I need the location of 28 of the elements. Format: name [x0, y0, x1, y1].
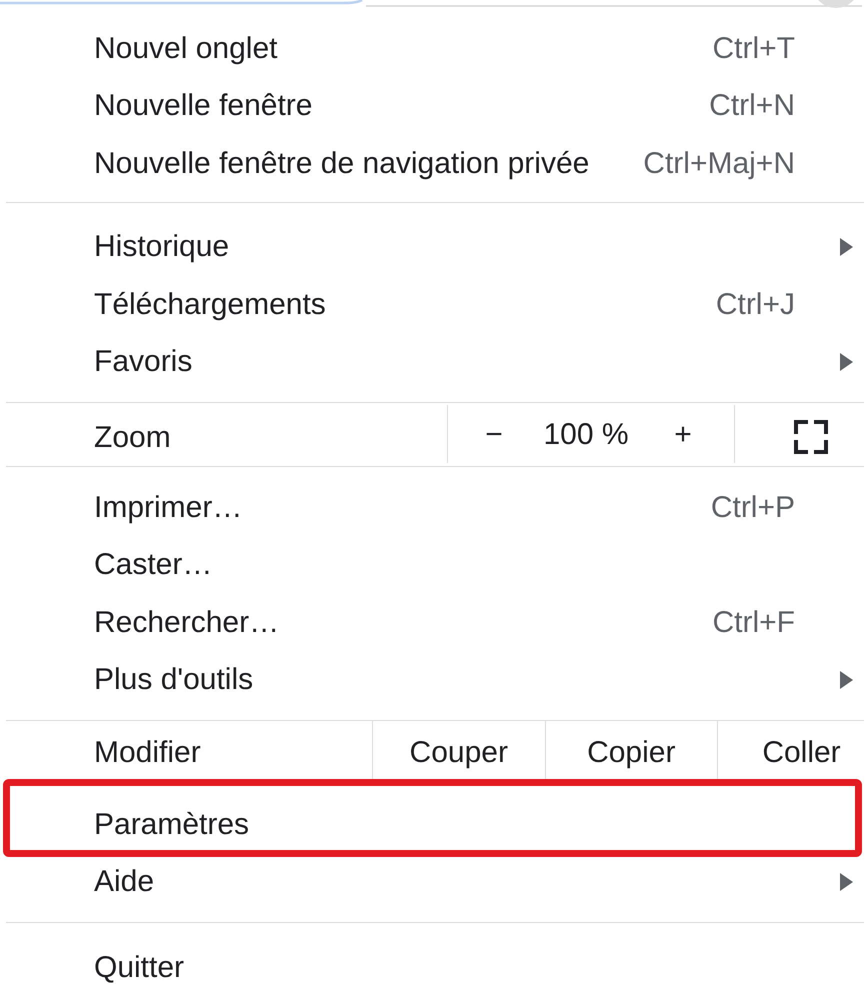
shortcut-text: Ctrl+J	[716, 288, 795, 322]
menu-item[interactable]: Favoris	[94, 345, 192, 380]
menu-item[interactable]: Nouvel onglet	[94, 32, 278, 66]
edit-action-button[interactable]: Copier	[587, 736, 676, 770]
shortcut-text: Ctrl+T	[712, 32, 795, 66]
menu-item[interactable]: Plus d'outils	[94, 663, 254, 698]
menu-item[interactable]: Téléchargements	[94, 288, 326, 322]
menu-item[interactable]: Historique	[94, 230, 230, 264]
fullscreen-icon[interactable]	[794, 420, 828, 454]
menu-item[interactable]: Nouvelle fenêtre de navigation privée	[94, 146, 590, 181]
edit-action-button[interactable]: Couper	[410, 736, 508, 770]
menu-item[interactable]: Paramètres	[94, 808, 250, 842]
shortcut-text: Ctrl+P	[710, 490, 795, 525]
shortcut-text: Ctrl+Maj+N	[643, 146, 795, 181]
edit-label: Modifier	[94, 736, 201, 770]
zoom-label: Zoom	[94, 420, 171, 456]
shortcut-text: Ctrl+N	[709, 89, 795, 124]
edit-action-button[interactable]: Coller	[762, 736, 841, 770]
menu-item[interactable]: Quitter	[94, 950, 184, 985]
zoom-out-button[interactable]: −	[485, 418, 503, 452]
shortcut-text: Ctrl+F	[712, 606, 795, 640]
menu-item[interactable]: Nouvelle fenêtre	[94, 89, 312, 124]
zoom-in-button[interactable]: +	[674, 418, 692, 452]
menu-item[interactable]: Aide	[94, 865, 154, 900]
zoom-level-text: 100 %	[543, 418, 629, 452]
menu-item[interactable]: Rechercher…	[94, 606, 280, 640]
menu-item[interactable]: Caster…	[94, 548, 212, 582]
menu-item[interactable]: Imprimer…	[94, 490, 242, 525]
